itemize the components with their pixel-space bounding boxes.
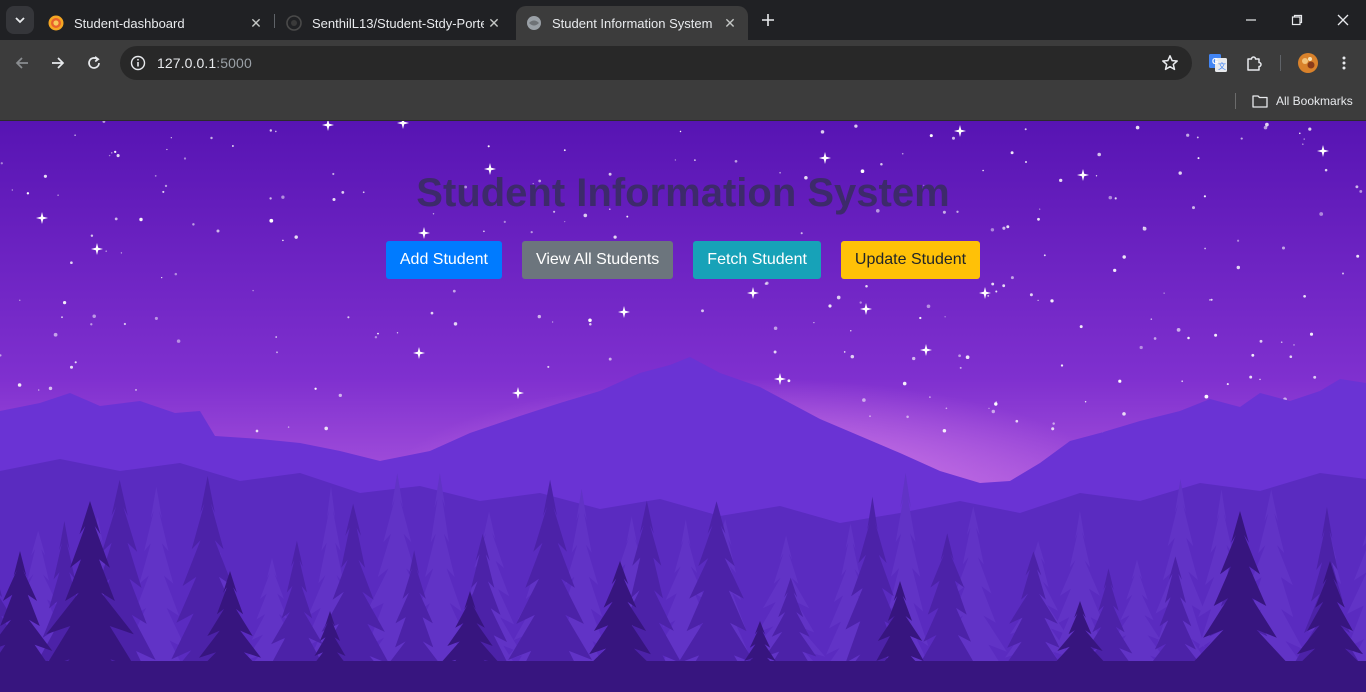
minimize-button[interactable]	[1228, 0, 1274, 40]
tab-title: SenthilL13/Student-Stdy-Portel	[312, 15, 484, 31]
close-icon[interactable]: ✕	[720, 13, 740, 33]
arrow-right-icon	[52, 57, 65, 69]
url-port: :5000	[216, 55, 252, 71]
minimize-icon	[1246, 19, 1256, 21]
reload-icon	[88, 56, 100, 69]
site-info-button[interactable]	[128, 53, 148, 73]
tab-title: Student Information System	[552, 15, 713, 31]
tab-search-button[interactable]	[6, 6, 34, 34]
profile-avatar[interactable]	[1296, 51, 1320, 75]
arrow-left-icon	[15, 57, 28, 69]
restore-icon	[1291, 14, 1303, 26]
google-translate-icon: G 文	[1209, 54, 1227, 72]
tab-github-repo[interactable]: SenthilL13/Student-Stdy-Portel ✕	[276, 6, 512, 40]
svg-text:文: 文	[1218, 61, 1226, 71]
tab-title: Student-dashboard	[74, 15, 185, 31]
page-content: Student Information System Add Student V…	[0, 121, 1366, 692]
new-tab-button[interactable]	[756, 8, 780, 32]
info-icon	[130, 55, 146, 71]
puzzle-icon	[1247, 56, 1262, 71]
url-text: 127.0.0.1:5000	[157, 55, 252, 71]
tab-strip: Student-dashboard ✕ SenthilL13/Student-S…	[0, 0, 1366, 40]
bookmarks-bar: All Bookmarks	[0, 86, 1366, 121]
all-bookmarks-label: All Bookmarks	[1276, 94, 1353, 108]
dashboard-favicon-icon	[48, 15, 64, 31]
view-all-students-button[interactable]: View All Students	[521, 241, 674, 279]
bookmark-star-button[interactable]	[1160, 53, 1180, 73]
back-button[interactable]	[8, 49, 36, 77]
close-icon	[1337, 14, 1349, 26]
folder-icon	[1252, 95, 1268, 108]
plus-icon	[762, 14, 774, 26]
close-icon[interactable]: ✕	[246, 13, 266, 33]
all-bookmarks-button[interactable]: All Bookmarks	[1252, 91, 1353, 111]
extensions-button[interactable]	[1242, 51, 1266, 75]
google-translate-button[interactable]: G 文	[1206, 51, 1230, 75]
url-host: 127.0.0.1	[157, 55, 217, 71]
tab-student-dashboard[interactable]: Student-dashboard ✕	[38, 6, 274, 40]
globe-icon	[527, 16, 541, 30]
restore-button[interactable]	[1274, 0, 1320, 40]
fetch-student-button[interactable]: Fetch Student	[693, 241, 821, 279]
github-icon	[286, 15, 302, 31]
close-window-button[interactable]	[1320, 0, 1366, 40]
tab-student-information-system[interactable]: Student Information System ✕	[516, 6, 748, 40]
chevron-down-icon	[15, 17, 25, 24]
address-bar[interactable]: 127.0.0.1:5000	[120, 46, 1192, 80]
forward-button[interactable]	[44, 49, 72, 77]
reload-button[interactable]	[80, 49, 108, 77]
action-buttons: Add Student View All Students Fetch Stud…	[0, 241, 1366, 279]
avatar-icon	[1298, 53, 1318, 73]
page-title: Student Information System	[416, 171, 950, 215]
star-icon	[1162, 55, 1178, 71]
browser-menu-button[interactable]	[1332, 51, 1356, 75]
add-student-button[interactable]: Add Student	[385, 241, 502, 279]
browser-toolbar: 127.0.0.1:5000 G 文	[0, 40, 1366, 86]
update-student-button[interactable]: Update Student	[840, 241, 981, 279]
more-vert-icon	[1342, 56, 1346, 70]
close-icon[interactable]: ✕	[484, 13, 504, 33]
